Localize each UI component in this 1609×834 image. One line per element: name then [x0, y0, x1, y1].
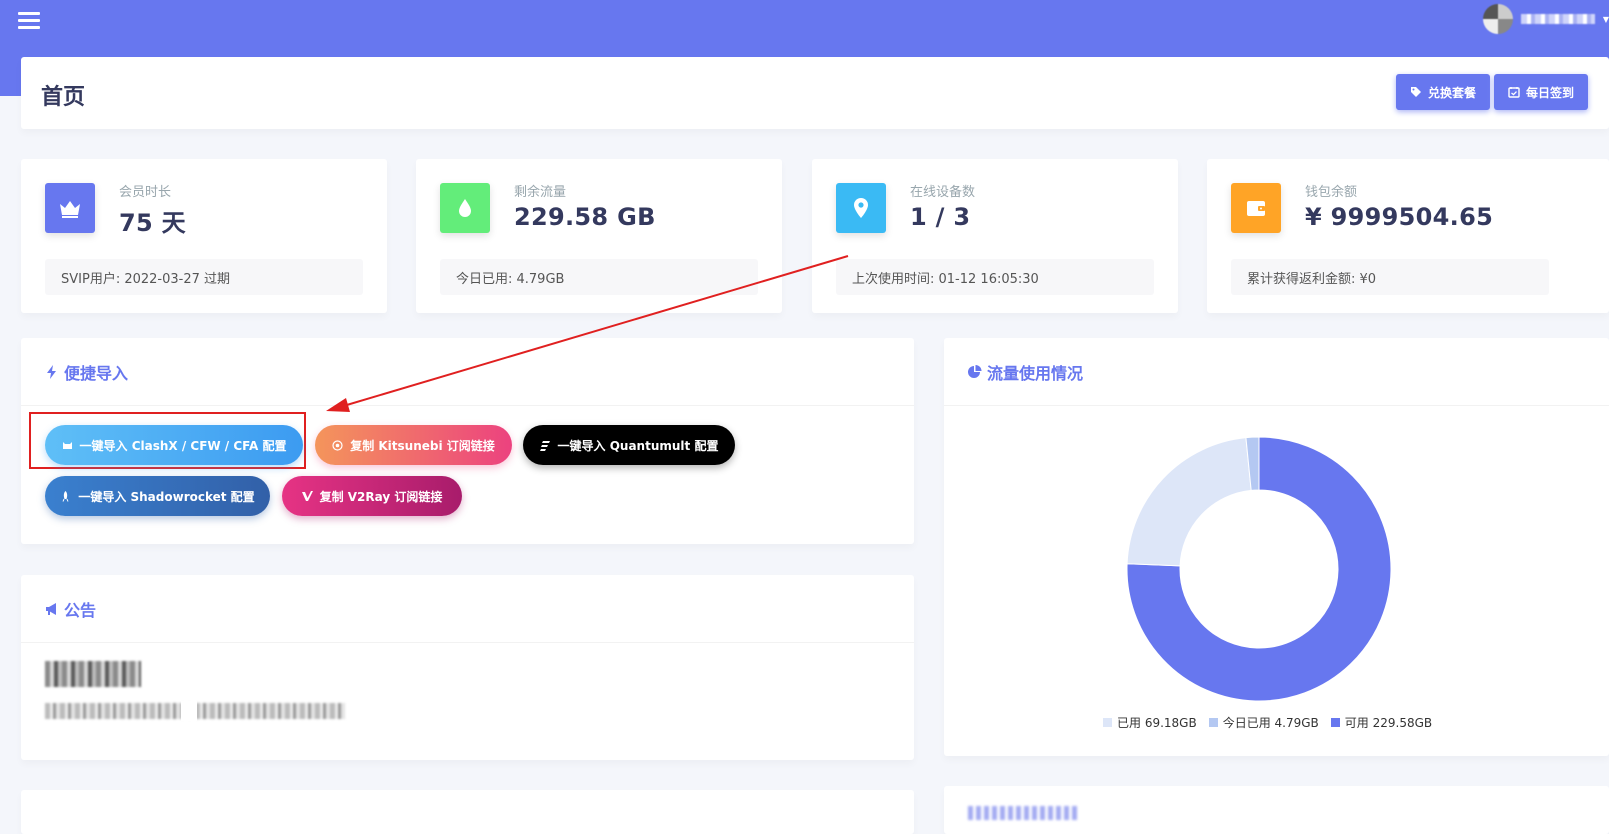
calendar-check-icon [1508, 87, 1520, 98]
stat-card-membership: 会员时长 75 天 SVIP用户: 2022-03-27 过期 [21, 159, 387, 313]
legend-item[interactable]: 今日已用 4.79GB [1208, 714, 1319, 731]
legend-item[interactable]: 已用 69.18GB [1103, 714, 1197, 731]
legend-swatch [1208, 718, 1218, 727]
stat-footer: 上次使用时间: 01-12 16:05:30 [836, 259, 1154, 295]
page-title: 首页 [41, 85, 86, 110]
daily-checkin-button[interactable]: 每日签到 [1493, 74, 1588, 110]
stat-label: 剩余流量 [514, 185, 567, 200]
legend-label: 已用 69.18GB [1117, 716, 1197, 730]
section-title-text: 便捷导入 [64, 364, 129, 383]
copy-v2ray-button[interactable]: 复制 V2Ray 订阅链接 [282, 476, 462, 516]
stat-card-wallet: 钱包余额 ¥ 9999504.65 累计获得返利金额: ¥0 [1207, 159, 1609, 313]
daily-checkin-label: 每日签到 [1525, 85, 1574, 100]
stat-card-traffic: 剩余流量 229.58 GB 今日已用: 4.79GB [416, 159, 782, 313]
rocket-icon [62, 490, 69, 502]
stat-card-devices: 在线设备数 1 / 3 上次使用时间: 01-12 16:05:30 [812, 159, 1178, 313]
username[interactable] [1520, 14, 1595, 24]
stat-value: 75 天 [119, 209, 186, 237]
stat-footer: SVIP用户: 2022-03-27 过期 [45, 259, 363, 295]
kitsunebi-icon [332, 439, 343, 451]
import-clash-button[interactable]: 一键导入 ClashX / CFW / CFA 配置 [45, 425, 303, 465]
map-pin-icon [836, 183, 886, 233]
megaphone-icon [46, 603, 56, 615]
button-label: 一键导入 Quantumult 配置 [557, 438, 719, 453]
stat-label: 在线设备数 [910, 185, 976, 200]
stat-label: 钱包余额 [1305, 185, 1358, 200]
section-title-text: 公告 [64, 601, 97, 620]
tag-icon [1410, 87, 1421, 97]
stat-value: 1 / 3 [910, 203, 971, 231]
page-header: 首页 兑换套餐 每日签到 [21, 57, 1609, 129]
stat-value: ¥ 9999504.65 [1305, 203, 1494, 231]
user-menu[interactable]: ▼ [1482, 4, 1609, 34]
stat-footer: 累计获得返利金额: ¥0 [1231, 259, 1549, 295]
cat-icon [62, 441, 72, 449]
divider [21, 642, 914, 643]
bottom-card [944, 786, 1609, 834]
legend-swatch [1330, 718, 1340, 727]
button-label: 一键导入 Shadowrocket 配置 [78, 489, 255, 504]
bolt-icon [47, 365, 56, 379]
traffic-donut-chart [1126, 436, 1392, 702]
notice-content-redacted [45, 661, 141, 687]
button-label: 复制 Kitsunebi 订阅链接 [350, 438, 495, 453]
import-shadowrocket-button[interactable]: 一键导入 Shadowrocket 配置 [45, 476, 270, 516]
notice-card: 公告 [21, 575, 914, 760]
droplet-icon [440, 183, 490, 233]
bottom-card [21, 790, 914, 834]
avatar[interactable] [1482, 4, 1513, 34]
copy-kitsunebi-button[interactable]: 复制 Kitsunebi 订阅链接 [315, 425, 512, 465]
legend-item[interactable]: 可用 229.58GB [1330, 714, 1433, 731]
menu-toggle-icon[interactable] [18, 12, 40, 30]
stat-label: 会员时长 [119, 185, 172, 200]
crown-icon [45, 183, 95, 233]
legend-label: 今日已用 4.79GB [1222, 716, 1319, 730]
section-title-redacted [968, 806, 1078, 820]
wallet-icon [1231, 183, 1281, 233]
legend-swatch [1103, 718, 1112, 727]
import-quantumult-button[interactable]: 一键导入 Quantumult 配置 [523, 425, 735, 465]
redeem-plan-label: 兑换套餐 [1427, 85, 1476, 100]
button-label: 一键导入 ClashX / CFW / CFA 配置 [79, 438, 287, 453]
section-title: 便捷导入 [45, 360, 128, 384]
section-title: 公告 [45, 597, 96, 621]
button-label: 复制 V2Ray 订阅链接 [319, 489, 443, 504]
legend-label: 可用 229.58GB [1344, 716, 1433, 730]
chart-legend: 已用 69.18GB 今日已用 4.79GB 可用 229.58GB [1103, 714, 1432, 731]
traffic-usage-card: 流量使用情况 已用 69.18GB 今日已用 4.79GB 可用 229.58G… [944, 338, 1609, 756]
quantumult-icon [539, 440, 550, 451]
redeem-plan-button[interactable]: 兑换套餐 [1395, 74, 1490, 110]
stat-footer: 今日已用: 4.79GB [440, 259, 758, 295]
stat-value: 229.58 GB [514, 203, 656, 231]
divider [21, 405, 914, 406]
chevron-down-icon[interactable]: ▼ [1603, 15, 1609, 24]
quick-import-card: 便捷导入 一键导入 ClashX / CFW / CFA 配置 复制 Kitsu… [21, 338, 914, 544]
v2ray-icon [301, 490, 313, 501]
donut-slice-已用[interactable] [1126, 437, 1252, 567]
